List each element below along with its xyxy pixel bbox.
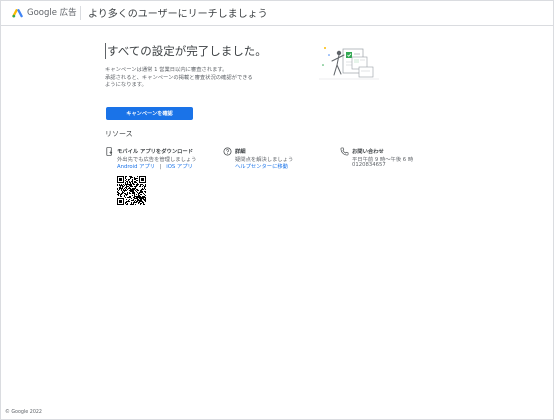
- description: キャンペーンは通常 1 営業日以内に審査されます。 承認されると、キャンペーンの…: [105, 67, 280, 90]
- description-line: 承認されると、キャンペーンの掲載と審査状況の確認ができる: [105, 74, 253, 81]
- copyright: © Google 2022: [5, 410, 42, 415]
- help-center-link[interactable]: ヘルプセンターに移動: [235, 162, 288, 170]
- page-title: すべての設定が完了しました。: [105, 43, 267, 59]
- link-separator: |: [159, 164, 162, 170]
- celebration-illustration: [319, 47, 379, 80]
- app-links: Android アプリ | iOS アプリ: [117, 162, 193, 170]
- phone-icon: [340, 147, 349, 156]
- google-ads-logo-icon[interactable]: [12, 7, 23, 18]
- description-line: ようになります。: [105, 82, 147, 88]
- contact-title: お問い合わせ: [352, 149, 384, 155]
- qr-code-icon: [117, 176, 146, 205]
- brand-name[interactable]: Google 広告: [27, 6, 77, 18]
- confirm-campaign-button[interactable]: キャンペーンを確認: [106, 107, 193, 120]
- mobile-app-title: モバイル アプリをダウンロード: [117, 149, 194, 155]
- top-bar: Google 広告 より多くのユーザーにリーチしましょう: [1, 1, 553, 26]
- android-app-link[interactable]: Android アプリ: [117, 164, 155, 170]
- contact-phone[interactable]: 0120834657: [352, 162, 386, 168]
- header-tagline: より多くのユーザーにリーチしましょう: [88, 9, 268, 20]
- resources-heading: リソース: [105, 130, 133, 138]
- phone-download-icon: [106, 147, 113, 156]
- help-circle-icon: [223, 147, 232, 156]
- ios-app-link[interactable]: iOS アプリ: [166, 164, 193, 170]
- details-resource: 詳細 疑問点を解決しましょう ヘルプセンターに移動: [223, 147, 333, 177]
- details-title: 詳細: [235, 149, 246, 155]
- description-line: キャンペーンは通常 1 営業日以内に審査されます。: [105, 67, 228, 73]
- contact-resource: お問い合わせ 平日午前 9 時～午後 6 時 0120834657: [340, 147, 450, 177]
- header-divider: [80, 6, 81, 20]
